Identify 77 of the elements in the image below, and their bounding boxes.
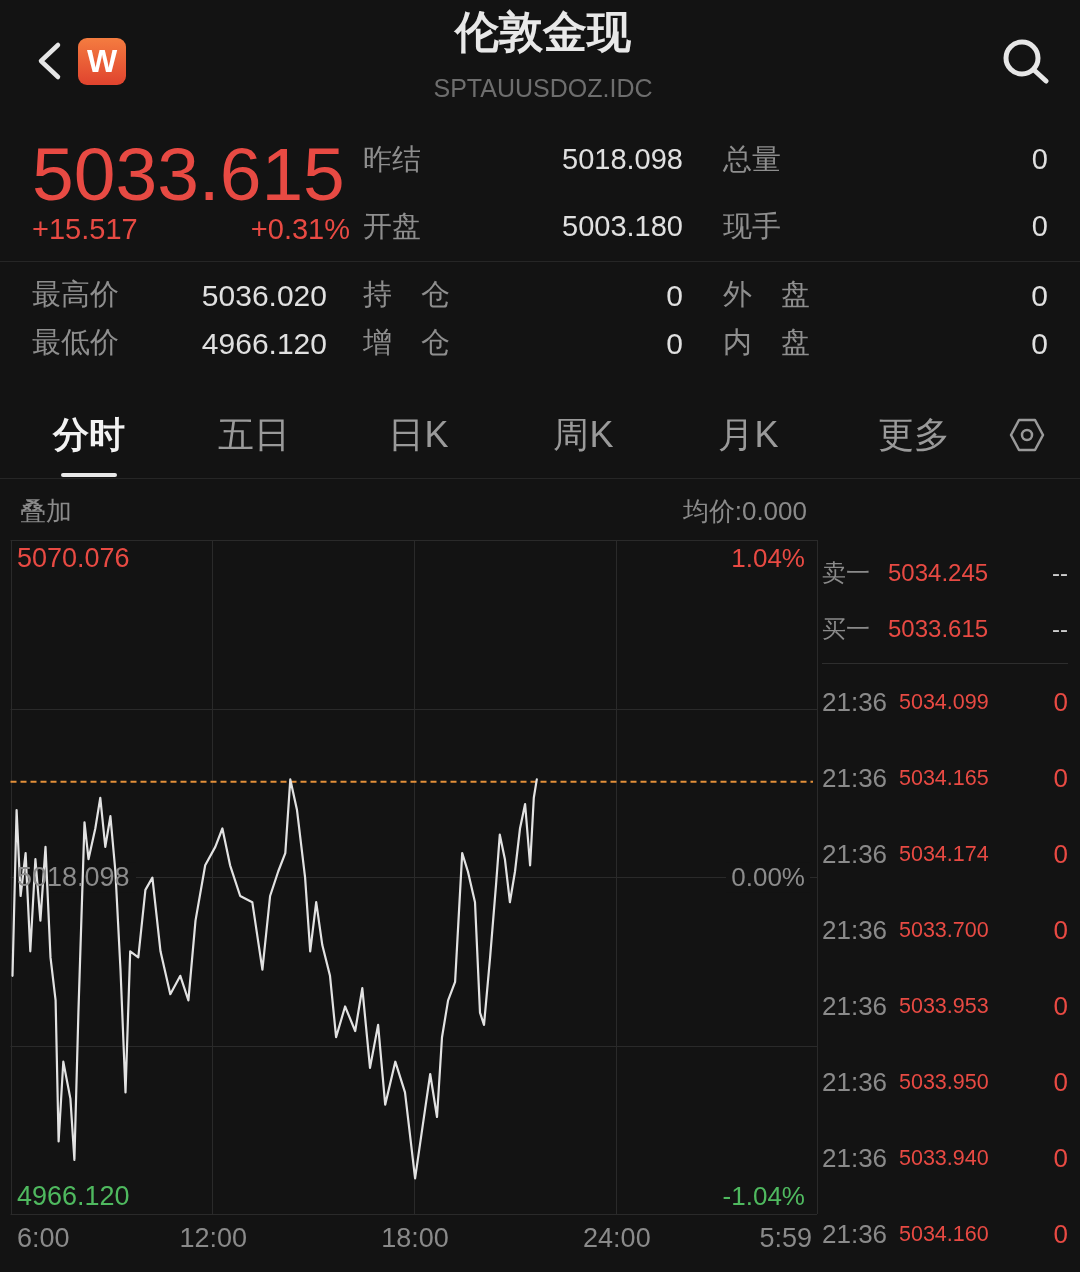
trade-price: 5034.160 — [899, 1220, 989, 1248]
trade-price: 5033.700 — [899, 916, 989, 944]
y-axis-label: 5070.076 — [17, 543, 130, 573]
trade-volume: 0 — [1053, 837, 1068, 871]
x-axis-label: 12:00 — [179, 1223, 248, 1253]
trade-time: 21:36 — [822, 685, 889, 719]
stat-value: 5003.180 — [562, 210, 683, 243]
stat-label: 最高价 — [32, 277, 119, 313]
chart-tab[interactable]: 五日 — [171, 392, 336, 478]
trade-time: 21:36 — [822, 837, 889, 871]
stat-label: 现手 — [723, 210, 781, 243]
trade-price: 5034.174 — [899, 840, 989, 868]
trade-volume: 0 — [1053, 1065, 1068, 1099]
chart-tab[interactable]: 更多 — [831, 392, 996, 478]
trade-time: 21:36 — [822, 1217, 889, 1251]
trade-price: 5034.165 — [899, 764, 989, 792]
x-axis-label: 6:00 — [17, 1223, 70, 1253]
page-title: 伦敦金现 — [453, 6, 632, 58]
trade-price: 5033.950 — [899, 1068, 989, 1096]
trade-price: 5033.953 — [899, 992, 989, 1020]
stat-value: 0 — [1031, 210, 1048, 243]
stat-label: 昨结 — [363, 143, 421, 176]
trade-volume: 0 — [1053, 1141, 1068, 1175]
x-axis-label: 5:59 — [759, 1223, 812, 1253]
stat-value: 4966.120 — [201, 326, 327, 360]
stat-label: 外 盘 — [723, 277, 810, 313]
app-logo: W — [78, 37, 126, 85]
search-icon[interactable] — [1002, 38, 1050, 84]
stat-label: 持 仓 — [363, 277, 450, 313]
trade-volume: 0 — [1053, 761, 1068, 795]
trade-volume: 0 — [1053, 989, 1068, 1023]
stat-label: 内 盘 — [723, 325, 810, 361]
stat-value: 0 — [666, 326, 683, 360]
percent-label: 0.00% — [731, 862, 805, 892]
stat-value: 0 — [1031, 278, 1048, 312]
x-axis-label: 18:00 — [381, 1223, 449, 1253]
change-percent: +0.31% — [250, 213, 350, 245]
chart-tab[interactable]: 日K — [336, 392, 501, 478]
chart-tab[interactable]: 月K — [666, 392, 831, 478]
stat-value: 5036.020 — [201, 278, 327, 312]
trade-time: 21:36 — [822, 1065, 889, 1099]
stat-label: 开盘 — [363, 210, 421, 243]
stat-value: 5018.098 — [562, 143, 683, 176]
average-price: 均价:0.000 — [682, 494, 807, 528]
price-change: +15.517 — [32, 213, 138, 245]
stat-value: 0 — [1031, 143, 1048, 176]
settings-icon[interactable] — [1009, 416, 1045, 454]
last-price: 5033.615 — [32, 135, 345, 213]
order-price: 5034.245 — [888, 558, 989, 588]
stat-value: 0 — [1031, 326, 1048, 360]
trade-time: 21:36 — [822, 913, 889, 947]
stat-label: 总量 — [723, 143, 781, 176]
stat-value: 0 — [666, 278, 683, 312]
trade-time: 21:36 — [822, 761, 889, 795]
percent-label: -1.04% — [722, 1181, 805, 1211]
symbol-code: SPTAUUSDOZ.IDC — [433, 73, 653, 104]
back-icon[interactable] — [36, 41, 62, 81]
x-axis-label: 24:00 — [583, 1223, 651, 1253]
order-volume: -- — [1052, 614, 1068, 644]
trade-time: 21:36 — [822, 989, 889, 1023]
chart-tab[interactable]: 周K — [501, 392, 666, 478]
trade-price: 5034.099 — [899, 688, 989, 716]
order-label: 卖一 — [822, 558, 871, 588]
trade-time: 21:36 — [822, 1141, 889, 1175]
order-volume: -- — [1052, 558, 1068, 588]
stat-label: 最低价 — [32, 325, 119, 361]
order-price: 5033.615 — [888, 614, 989, 644]
order-label: 买一 — [822, 614, 871, 644]
trade-volume: 0 — [1053, 913, 1068, 947]
y-axis-label: 4966.120 — [17, 1181, 130, 1211]
trade-volume: 0 — [1053, 685, 1068, 719]
trade-price: 5033.940 — [899, 1144, 989, 1172]
stat-label: 增 仓 — [363, 325, 450, 361]
percent-label: 1.04% — [731, 543, 805, 573]
trade-volume: 0 — [1053, 1217, 1068, 1251]
overlay-toggle[interactable]: 叠加 — [20, 491, 72, 531]
chart-tab[interactable]: 分时 — [6, 392, 171, 478]
